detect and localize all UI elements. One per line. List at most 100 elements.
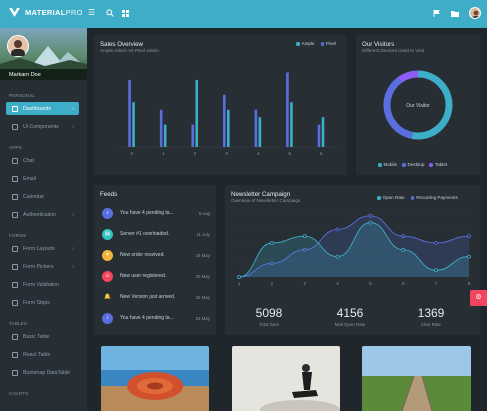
feed-item[interactable]: 🔔 New Version just arrived. 22 May bbox=[102, 288, 210, 306]
folder-icon[interactable] bbox=[451, 10, 459, 17]
search-icon[interactable] bbox=[106, 9, 114, 17]
brand-logo[interactable]: MATERIALPRO bbox=[8, 7, 83, 18]
newsletter-area-chart: 1 2 3 4 5 6 7 8 bbox=[237, 208, 471, 286]
feed-item[interactable]: ♪ You have 4 pending ta... 23 May bbox=[102, 309, 210, 327]
feed-item[interactable]: ✦ New order received. 19 May bbox=[102, 246, 210, 264]
sidebar-item-ui-components[interactable]: Ui Components › bbox=[6, 120, 79, 133]
layers-icon bbox=[12, 123, 18, 130]
x-tick-label: 2 bbox=[271, 281, 274, 286]
feed-time: 20 May bbox=[195, 273, 210, 279]
sales-overview-card: Sales Overview Ample Admin Vs Pixel Admi… bbox=[94, 35, 347, 175]
stat-label: Click Rate bbox=[420, 322, 441, 327]
point-recurring-payments bbox=[368, 213, 373, 218]
point-recurring-payments bbox=[467, 234, 471, 239]
nav-heading: PERSONAL bbox=[9, 93, 36, 98]
nav-heading: FORMS bbox=[9, 233, 27, 238]
bar-ample bbox=[128, 79, 131, 147]
newsletter-title: Newsletter Campaign bbox=[231, 191, 291, 198]
server-icon: ▤ bbox=[102, 228, 113, 240]
sales-legend: Ample Pixel bbox=[296, 41, 336, 46]
feed-time: 23 May bbox=[195, 315, 210, 321]
visitors-donut-chart: Our Visitor bbox=[383, 70, 453, 140]
user-icon: ☺ bbox=[102, 270, 113, 282]
sidebar-item-react-table[interactable]: React Table bbox=[6, 348, 79, 361]
user-avatar[interactable] bbox=[469, 7, 481, 19]
feed-time: 5 Aug bbox=[198, 210, 210, 216]
photo-card-rope[interactable] bbox=[101, 346, 209, 411]
newsletter-legend: Open Rate Recurring Payments bbox=[377, 195, 458, 200]
top-bar: MATERIALPRO ☰ bbox=[0, 0, 487, 28]
chevron-right-icon: › bbox=[72, 123, 74, 130]
sidebar-item-calendar[interactable]: Calendar bbox=[6, 190, 79, 203]
sidebar: Markarn Doe PERSONAL Dashboards › Ui Compon… bbox=[0, 28, 87, 411]
point-recurring-payments bbox=[335, 227, 340, 232]
sidebar-item-dashboards[interactable]: Dashboards › bbox=[6, 102, 79, 115]
nav-heading: APPS bbox=[9, 145, 22, 150]
donut-slice-tablet bbox=[397, 70, 419, 83]
x-tick-label: 4 bbox=[257, 151, 260, 156]
newsletter-subtitle: Overview of Newsletter Campaign bbox=[231, 198, 301, 203]
person-photo bbox=[232, 346, 340, 411]
sidebar-item-form-layouts[interactable]: Form Layouts › bbox=[6, 242, 79, 255]
point-open-rate bbox=[335, 254, 340, 259]
legend-ample: Ample bbox=[296, 41, 315, 46]
menu-icon[interactable]: ☰ bbox=[88, 9, 95, 17]
x-tick-label: 2 bbox=[194, 151, 197, 156]
sidebar-item-form-validation[interactable]: Form Validation bbox=[6, 278, 79, 291]
sidebar-item-email[interactable]: Email bbox=[6, 172, 79, 185]
point-open-rate bbox=[368, 220, 373, 225]
bar-pixel bbox=[227, 109, 230, 147]
apps-icon[interactable] bbox=[122, 10, 129, 17]
stat-total-sent: 5098 Total Sent bbox=[235, 306, 303, 327]
sidebar-item-label: Bootstrap DataTable bbox=[23, 369, 71, 376]
settings-fab[interactable]: ⚙ bbox=[470, 290, 487, 306]
point-open-rate bbox=[467, 254, 471, 259]
profile-avatar[interactable] bbox=[7, 35, 29, 58]
feed-item[interactable]: ▤ Server #1 overloaded. 11 July bbox=[102, 225, 210, 243]
stat-label: Total Sent bbox=[259, 322, 279, 327]
x-tick-label: 7 bbox=[435, 281, 438, 286]
chevron-right-icon: › bbox=[72, 211, 74, 218]
point-open-rate bbox=[434, 268, 439, 273]
x-tick-label: 6 bbox=[402, 281, 405, 286]
sidebar-item-basic-table[interactable]: Basic Table bbox=[6, 330, 79, 343]
legend-desktop: Desktop bbox=[402, 162, 424, 167]
chevron-right-icon: › bbox=[72, 263, 74, 270]
flag-icon[interactable] bbox=[433, 10, 440, 17]
sidebar-item-label: Form Steps bbox=[23, 299, 50, 306]
sidebar-item-form-steps[interactable]: Form Steps bbox=[6, 296, 79, 309]
profile-name[interactable]: Markarn Doe bbox=[0, 69, 87, 80]
sidebar-item-bootstrap-datatable[interactable]: Bootstrap DataTable bbox=[6, 366, 79, 379]
x-tick-label: 3 bbox=[225, 151, 228, 156]
bar-ample bbox=[254, 109, 258, 147]
sales-bar-chart: 0 1 2 3 4 5 6 bbox=[116, 72, 337, 156]
sidebar-item-label: Ui Components bbox=[23, 123, 59, 130]
sidebar-item-chat[interactable]: Chat bbox=[6, 154, 79, 167]
legend-tablet: Tablet bbox=[429, 162, 447, 167]
stat-mail-open-rate: 4156 Mail Open Rate bbox=[316, 306, 384, 327]
sidebar-item-authentication[interactable]: Authentication › bbox=[6, 208, 79, 221]
chevron-right-icon: › bbox=[72, 105, 74, 112]
email-icon bbox=[12, 175, 18, 182]
sidebar-item-label: Authentication bbox=[23, 211, 56, 218]
nav-heading: TABLES bbox=[9, 321, 28, 326]
sidebar-item-label: Form Pickers bbox=[23, 263, 54, 270]
sidebar-item-form-pickers[interactable]: Form Pickers › bbox=[6, 260, 79, 273]
point-open-rate bbox=[302, 234, 307, 239]
steps-icon bbox=[12, 299, 18, 306]
point-open-rate bbox=[237, 275, 241, 279]
photo-card-boardwalk[interactable] bbox=[362, 346, 471, 411]
picker-icon bbox=[12, 263, 18, 270]
logo-icon bbox=[9, 8, 20, 17]
table-icon bbox=[12, 351, 18, 358]
bar-pixel bbox=[195, 79, 199, 147]
feed-text: Server #1 overloaded. bbox=[120, 231, 170, 237]
bar-ample bbox=[223, 94, 226, 147]
bell-icon: ♪ bbox=[102, 312, 113, 324]
photo-card-person[interactable] bbox=[232, 346, 340, 411]
feed-item[interactable]: ☺ New user registered. 20 May bbox=[102, 267, 210, 285]
bar-pixel bbox=[290, 102, 293, 147]
feed-item[interactable]: ♪ You have 4 pending ta... 5 Aug bbox=[102, 204, 210, 222]
x-tick-label: 8 bbox=[468, 281, 471, 286]
chevron-right-icon: › bbox=[72, 245, 74, 252]
